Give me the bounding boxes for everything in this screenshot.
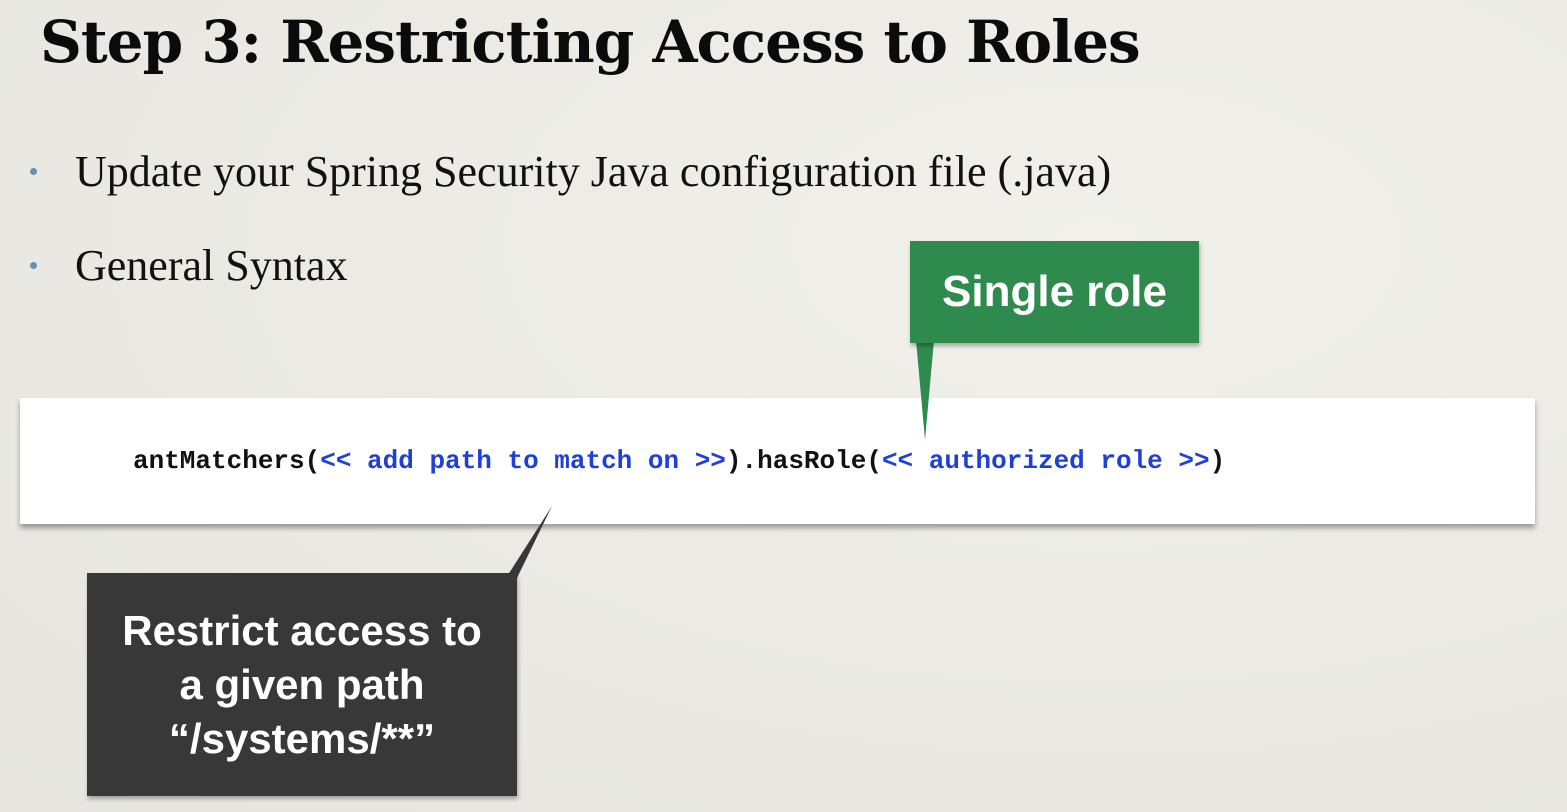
callout-restrict-path-line: “/systems/**”: [168, 714, 436, 762]
callout-restrict-path-line: Restrict access to: [122, 606, 482, 654]
callout-restrict-path-line: a given path: [179, 660, 425, 708]
green-callout-tail: [916, 340, 934, 440]
callout-single-role-label: Single role: [942, 267, 1167, 316]
dark-callout-tail: [506, 506, 552, 578]
callout-restrict-path: Restrict access to a given path “/system…: [87, 573, 517, 796]
callout-single-role: Single role: [910, 241, 1199, 343]
